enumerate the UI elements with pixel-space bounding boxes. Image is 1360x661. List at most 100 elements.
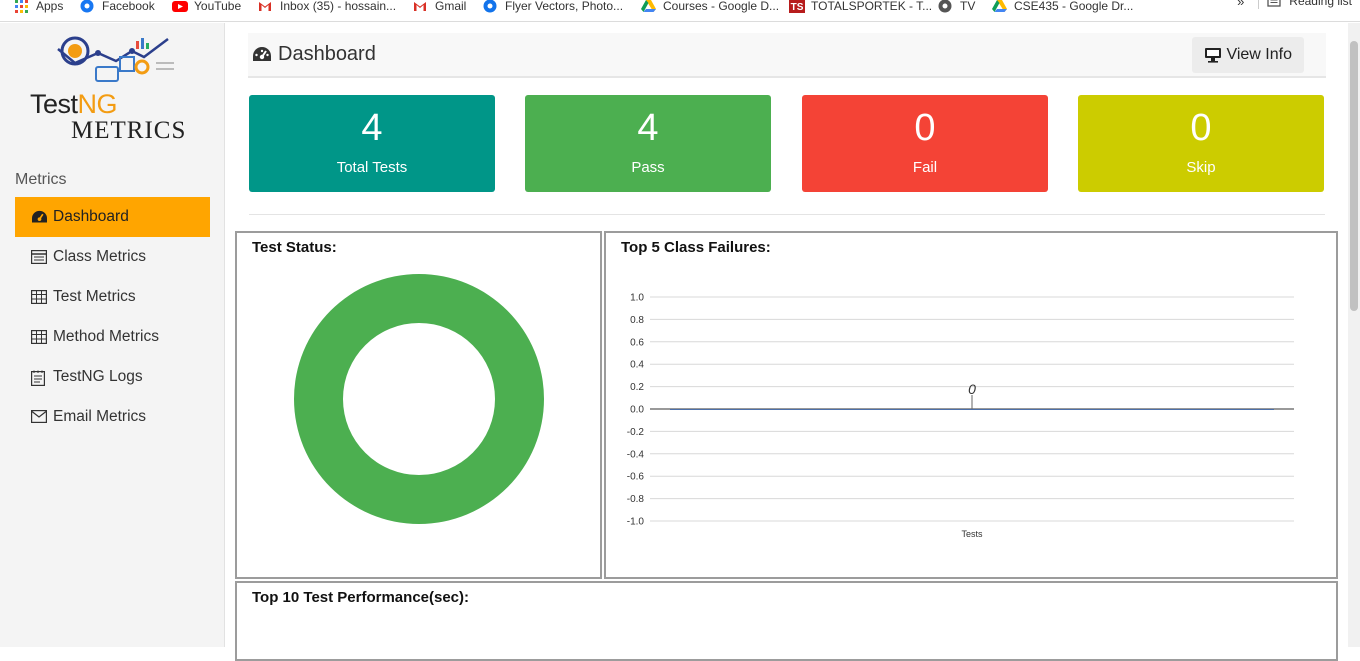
bookmark-label: CSE435 - Google Dr... [1014, 0, 1134, 13]
sidebar-item-test-metrics[interactable]: Test Metrics [15, 277, 210, 317]
card-value: 0 [1190, 107, 1212, 149]
bookmark-item[interactable]: TS TOTALSPORTEK - T... [789, 0, 932, 17]
gmail-icon [258, 0, 272, 13]
y-tick-label: -0.8 [627, 494, 645, 505]
sidebar-item-label: TestNG Logs [53, 368, 143, 385]
page-scrollbar[interactable] [1348, 23, 1360, 647]
dashboard-icon [31, 210, 48, 225]
youtube-icon [172, 0, 188, 13]
facebook-icon [80, 0, 94, 13]
card-label: Skip [1186, 159, 1216, 176]
class-failures-bar-chart: 1.0 0.8 0.6 0.4 0.2 0.0 -0.2 -0.4 -0.6 -0.8 -1.0 0 T… [627, 293, 1294, 539]
card-label: Fail [912, 159, 938, 176]
y-tick-label: -0.2 [627, 427, 645, 438]
list-icon [31, 249, 48, 265]
sidebar-heading: Metrics [15, 171, 67, 188]
bookmark-item[interactable]: CSE435 - Google Dr... [992, 0, 1133, 17]
globe-icon [938, 0, 952, 13]
test-performance-panel: Top 10 Test Performance(sec): [235, 581, 1338, 661]
bookmarks-bar: Apps Facebook YouTube Inbox (35) - hossain.… [0, 0, 1360, 22]
sidebar-item-method-metrics[interactable]: Method Metrics [15, 317, 210, 357]
more-bookmarks-button[interactable]: » [1237, 0, 1244, 9]
bookmark-item[interactable]: YouTube [172, 0, 241, 17]
y-tick-label: 1.0 [630, 293, 644, 304]
dashboard-header: Dashboard View Info [248, 33, 1326, 78]
envelope-icon [31, 409, 48, 425]
y-tick-label: -1.0 [627, 517, 645, 528]
view-info-label: View Info [1226, 46, 1292, 63]
separator [1258, 0, 1260, 9]
reading-list-button[interactable]: Reading list [1289, 0, 1352, 8]
y-tick-label: 0.0 [630, 405, 644, 416]
page-title-text: Dashboard [278, 43, 376, 65]
y-tick-label: 0.8 [630, 315, 644, 326]
bookmark-label: Gmail [435, 0, 467, 13]
bookmark-label: Facebook [102, 0, 155, 13]
sidebar-item-label: Class Metrics [53, 248, 147, 265]
bookmark-item[interactable]: TV [938, 0, 975, 17]
card-value: 4 [637, 107, 659, 149]
google-drive-icon [992, 0, 1007, 13]
sidebar-item-label: Dashboard [53, 208, 129, 225]
test-status-panel: Test Status: [235, 231, 602, 579]
reading-list-icon [1267, 0, 1281, 10]
bookmark-item[interactable]: Gmail [413, 0, 466, 17]
scrollbar-thumb[interactable] [1350, 41, 1358, 311]
y-tick-label: 0.6 [630, 337, 644, 348]
sidebar-item-label: Method Metrics [53, 328, 159, 345]
bar-data-label: 0 [968, 381, 976, 397]
summary-card-fail: 0 Fail [802, 95, 1048, 192]
sidebar-item-class-metrics[interactable]: Class Metrics [15, 237, 210, 277]
bookmark-label: YouTube [194, 0, 242, 13]
divider [249, 214, 1325, 215]
view-info-button[interactable]: View Info [1192, 37, 1304, 73]
sidebar-item-label: Test Metrics [53, 288, 136, 305]
bookmark-label: TV [960, 0, 976, 13]
card-label: Pass [631, 159, 665, 176]
ts-icon: TS [789, 0, 805, 13]
google-drive-icon [641, 0, 656, 13]
apps-grid-icon [14, 0, 28, 13]
bookmark-label: Inbox (35) - hossain... [280, 0, 397, 13]
summary-card-pass: 4 Pass [525, 95, 771, 192]
bookmark-label: Apps [36, 0, 64, 13]
card-value: 0 [914, 107, 936, 149]
svg-text:TS: TS [791, 2, 804, 13]
class-failures-panel: Top 5 Class Failures: 1.0 0.8 0.6 0.4 0.2 0.0… [604, 231, 1338, 579]
logo-text-metrics: METRICS [71, 117, 187, 144]
card-value: 4 [361, 107, 383, 149]
y-tick-label: 0.4 [630, 360, 644, 371]
testng-metrics-logo[interactable]: TestNG METRICS [28, 31, 198, 146]
table-icon [31, 289, 48, 305]
table-icon [31, 329, 48, 345]
sidebar-item-email-metrics[interactable]: Email Metrics [15, 397, 210, 437]
sidebar-nav: Dashboard Class Metrics Test Metrics Method… [15, 197, 210, 437]
bookmark-label: TOTALSPORTEK - T... [811, 0, 933, 13]
bookmarks-right: » Reading list [1237, 0, 1360, 12]
monitor-icon [1205, 48, 1222, 63]
summary-card-total-tests: 4 Total Tests [249, 95, 495, 192]
y-tick-label: -0.6 [627, 472, 645, 483]
x-category-label: Tests [961, 529, 983, 539]
logo-text-testng: TestNG [30, 89, 118, 119]
bookmark-item[interactable]: Facebook [80, 0, 155, 17]
y-tick-label: -0.4 [627, 449, 645, 460]
bookmark-item[interactable]: Courses - Google D... [641, 0, 779, 17]
sidebar-item-dashboard[interactable]: Dashboard [15, 197, 210, 237]
sidebar-item-label: Email Metrics [53, 408, 147, 425]
test-performance-title: Top 10 Test Performance(sec): [252, 589, 470, 606]
sidebar: TestNG METRICS Metrics Dashboard Class Me… [0, 23, 225, 647]
bookmark-item[interactable]: Apps [14, 0, 63, 17]
gmail-icon [413, 0, 427, 13]
log-icon [31, 370, 48, 386]
bookmark-item[interactable]: Flyer Vectors, Photo... [483, 0, 623, 17]
y-tick-label: 0.2 [630, 382, 644, 393]
summary-card-skip: 0 Skip [1078, 95, 1324, 192]
donut-slice[interactable] [294, 274, 544, 524]
sidebar-item-testng-logs[interactable]: TestNG Logs [15, 357, 210, 397]
card-label: Total Tests [336, 159, 408, 176]
dashboard-icon [253, 46, 271, 61]
bookmark-item[interactable]: Inbox (35) - hossain... [258, 0, 396, 17]
main-content: Dashboard View Info 4 Total Tests 4 Pass 0 Fa… [226, 23, 1348, 661]
bar[interactable] [670, 409, 1274, 410]
